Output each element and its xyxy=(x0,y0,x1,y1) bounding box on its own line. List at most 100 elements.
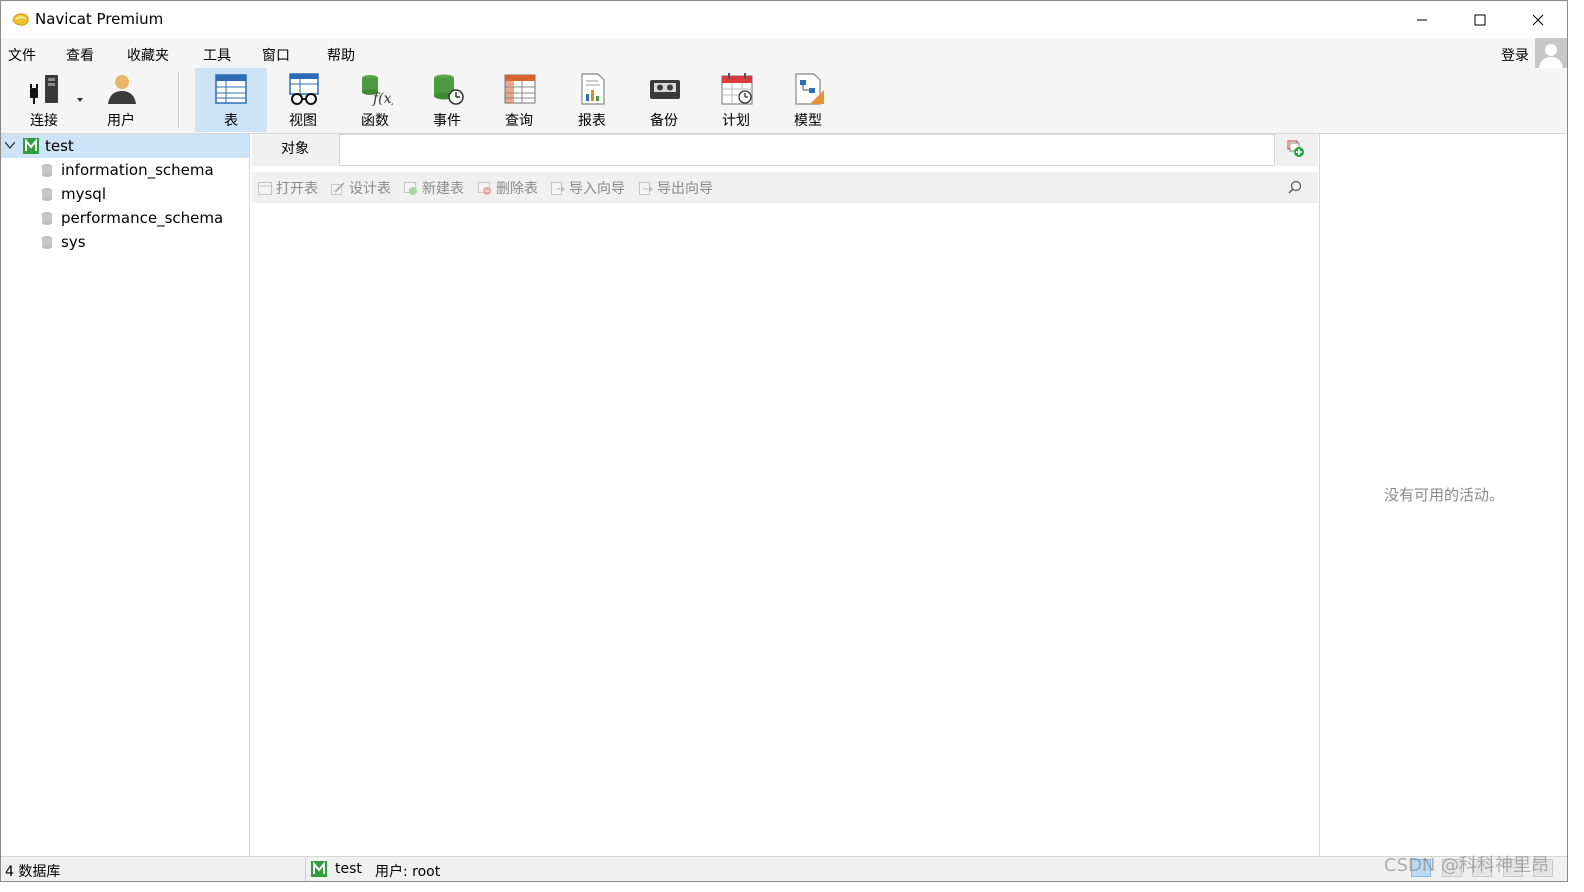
database-name: sys xyxy=(61,233,86,251)
user-avatar-icon xyxy=(1539,44,1563,68)
toolbar-connect-button[interactable]: 连接 xyxy=(9,68,83,132)
tab-strip: 对象 xyxy=(252,134,1318,166)
import-wizard-label: 导入向导 xyxy=(569,181,625,197)
watermark: CSDN @科科神里昂 xyxy=(1384,855,1550,876)
query-grid-icon xyxy=(504,74,536,104)
mysql-connection-icon xyxy=(311,861,327,877)
avatar[interactable] xyxy=(1535,38,1567,70)
export-wizard-button[interactable]: 导出向导 xyxy=(639,178,713,198)
toolbar-label: 计划 xyxy=(722,113,750,129)
import-wizard-button[interactable]: 导入向导 xyxy=(551,178,625,198)
connection-tree: test information_schema mysql performanc… xyxy=(1,134,250,856)
menu-bar: 文件 查看 收藏夹 工具 窗口 帮助 登录 xyxy=(1,38,1567,70)
new-table-icon xyxy=(404,182,418,195)
close-icon xyxy=(1532,14,1544,25)
object-list-area[interactable] xyxy=(252,202,1318,857)
function-icon: f(x) xyxy=(362,75,393,106)
toolbar-function-button[interactable]: f(x) 函数 xyxy=(340,68,410,132)
event-clock-icon xyxy=(434,74,464,105)
tree-database-item[interactable]: sys xyxy=(1,230,249,254)
new-tab-plus-icon xyxy=(1287,140,1304,157)
report-icon xyxy=(581,73,605,105)
toolbar-schedule-button[interactable]: 计划 xyxy=(701,68,771,132)
objects-pane: 对象 打开表 设计表 新建表 删除表 导入向导 导出向导 xyxy=(252,134,1318,857)
menu-tools[interactable]: 工具 xyxy=(203,45,231,65)
title-bar: Navicat Premium xyxy=(1,1,1567,38)
delete-table-button[interactable]: 删除表 xyxy=(478,178,538,198)
object-toolbar: 打开表 设计表 新建表 删除表 导入向导 导出向导 xyxy=(252,172,1318,202)
navicat-logo-icon xyxy=(12,13,29,26)
toolbar-label: 表 xyxy=(224,113,238,129)
tree-database-item[interactable]: mysql xyxy=(1,182,249,206)
new-table-button[interactable]: 新建表 xyxy=(404,178,464,198)
menu-window[interactable]: 窗口 xyxy=(262,45,290,65)
maximize-button[interactable] xyxy=(1451,1,1509,38)
tab-bar-empty xyxy=(339,134,1275,166)
calendar-icon xyxy=(721,73,753,105)
toolbar-label: 备份 xyxy=(650,113,678,129)
status-connection: test xyxy=(335,861,362,877)
database-icon xyxy=(42,164,52,177)
toolbar-view-button[interactable]: 视图 xyxy=(268,68,338,132)
window-title: Navicat Premium xyxy=(35,10,164,28)
design-table-label: 设计表 xyxy=(349,181,391,197)
import-icon xyxy=(551,182,565,195)
mysql-connection-icon xyxy=(23,138,39,154)
database-name: mysql xyxy=(61,185,106,203)
database-name: performance_schema xyxy=(61,209,224,227)
tree-database-item[interactable]: performance_schema xyxy=(1,206,249,230)
app-window: Navicat Premium 文件 查看 收藏夹 工具 窗口 帮助 登录 连接… xyxy=(0,0,1568,882)
toolbar-table-button[interactable]: 表 xyxy=(195,68,267,132)
tree-database-item[interactable]: information_schema xyxy=(1,158,249,182)
status-divider xyxy=(305,857,306,881)
toolbar-label: 连接 xyxy=(30,113,58,129)
search-icon[interactable] xyxy=(1288,180,1302,194)
toolbar-event-button[interactable]: 事件 xyxy=(412,68,482,132)
open-table-label: 打开表 xyxy=(276,181,318,197)
database-name: information_schema xyxy=(61,161,214,179)
open-table-button[interactable]: 打开表 xyxy=(258,178,318,198)
database-icon xyxy=(42,236,52,249)
menu-favorites[interactable]: 收藏夹 xyxy=(127,45,169,65)
toolbar-label: 查询 xyxy=(505,113,533,129)
toolbar-label: 用户 xyxy=(107,113,135,129)
delete-table-label: 删除表 xyxy=(496,181,538,197)
menu-file[interactable]: 文件 xyxy=(8,45,36,65)
delete-table-icon xyxy=(478,182,492,195)
status-bar: 4 数据库 test 用户: root xyxy=(1,856,1567,881)
export-icon xyxy=(639,182,653,195)
chevron-down-icon[interactable] xyxy=(5,142,15,149)
tree-connection-test[interactable]: test xyxy=(1,134,249,158)
minimize-button[interactable] xyxy=(1393,1,1451,38)
database-icon xyxy=(42,188,52,201)
export-wizard-label: 导出向导 xyxy=(657,181,713,197)
minimize-icon xyxy=(1417,19,1427,20)
menu-help[interactable]: 帮助 xyxy=(327,45,355,65)
toolbar-separator xyxy=(178,72,179,128)
toolbar-report-button[interactable]: 报表 xyxy=(557,68,627,132)
login-link[interactable]: 登录 xyxy=(1501,45,1529,65)
model-icon xyxy=(795,73,824,105)
design-table-button[interactable]: 设计表 xyxy=(331,178,391,198)
toolbar-query-button[interactable]: 查询 xyxy=(484,68,554,132)
database-icon xyxy=(42,212,52,225)
plug-icon xyxy=(30,75,58,104)
new-tab-button[interactable] xyxy=(1274,134,1318,166)
no-activity-message: 没有可用的活动。 xyxy=(1383,486,1504,504)
menu-view[interactable]: 查看 xyxy=(66,45,94,65)
tab-objects[interactable]: 对象 xyxy=(252,134,338,165)
table-icon xyxy=(215,74,247,104)
maximize-icon xyxy=(1474,14,1486,25)
chevron-down-icon[interactable] xyxy=(77,98,83,102)
connection-name: test xyxy=(45,137,74,155)
status-user: 用户: root xyxy=(375,864,441,880)
close-button[interactable] xyxy=(1509,1,1567,38)
toolbar-label: 视图 xyxy=(289,113,317,129)
toolbar-model-button[interactable]: 模型 xyxy=(773,68,843,132)
toolbar-user-button[interactable]: 用户 xyxy=(86,68,156,132)
design-pencil-icon xyxy=(331,182,345,195)
toolbar-backup-button[interactable]: 备份 xyxy=(629,68,699,132)
toolbar-label: 报表 xyxy=(578,113,606,129)
user-icon xyxy=(108,75,136,104)
view-glasses-icon xyxy=(289,73,319,105)
